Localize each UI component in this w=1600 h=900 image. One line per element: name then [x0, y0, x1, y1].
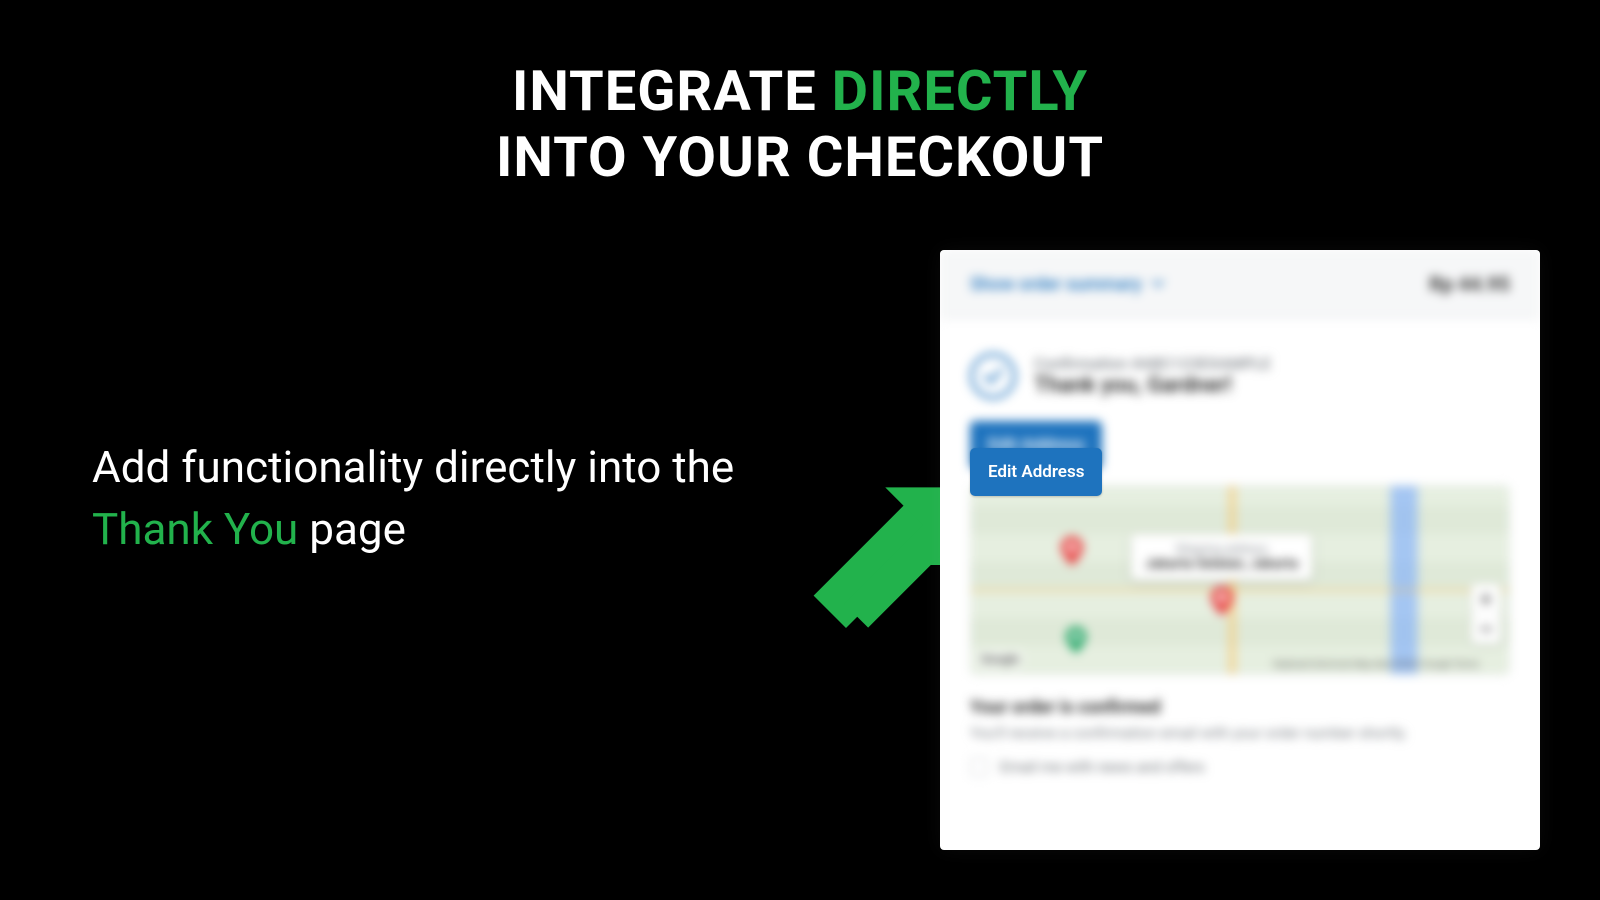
- order-summary-label: Show order summary: [970, 274, 1142, 295]
- confirmation-text: Confirmation #ABC123EXAMPLE Thank you, G…: [1034, 354, 1271, 398]
- subheadline-text-2: page: [298, 503, 406, 555]
- show-order-summary-toggle[interactable]: Show order summary: [970, 274, 1164, 295]
- slide: INTEGRATE DIRECTLY INTO YOUR CHECKOUT Ad…: [0, 0, 1600, 900]
- map-pin-icon: [1066, 626, 1088, 656]
- map-pin-icon: [1211, 586, 1233, 616]
- email-opt-in-label: Email me with news and offers: [1000, 758, 1205, 776]
- bubble-title: Shipping address: [1145, 542, 1298, 556]
- google-logo: Google: [977, 650, 1023, 668]
- subheadline: Add functionality directly into the Than…: [92, 436, 792, 561]
- bubble-value: Jakarta Selatan, Jakarta: [1145, 556, 1298, 572]
- headline: INTEGRATE DIRECTLY INTO YOUR CHECKOUT: [0, 58, 1600, 190]
- order-confirmed-subtext: You'll receive a confirmation email with…: [940, 724, 1540, 758]
- zoom-in-button[interactable]: +: [1471, 584, 1501, 614]
- map-pin-icon: [1061, 536, 1083, 566]
- chevron-down-icon: [1152, 278, 1164, 290]
- map-address-bubble: Shipping address Jakarta Selatan, Jakart…: [1131, 534, 1312, 580]
- zoom-out-button[interactable]: −: [1471, 614, 1501, 644]
- shipping-map[interactable]: Shipping address Jakarta Selatan, Jakart…: [970, 485, 1510, 675]
- order-total: Rp 44.95: [1429, 272, 1510, 296]
- order-summary-bar[interactable]: Show order summary Rp 44.95: [940, 250, 1540, 319]
- email-opt-in-row[interactable]: Email me with news and offers: [940, 758, 1540, 800]
- edit-address-button[interactable]: Edit Address: [970, 448, 1102, 496]
- map-attribution: Keyboard shortcuts Map data ©2022 Google…: [1273, 660, 1479, 670]
- confirmation-header: Confirmation #ABC123EXAMPLE Thank you, G…: [940, 319, 1540, 411]
- confirmation-number: Confirmation #ABC123EXAMPLE: [1034, 354, 1271, 373]
- headline-text-1: INTEGRATE: [512, 58, 832, 124]
- headline-text-2: INTO YOUR CHECKOUT: [496, 124, 1104, 190]
- headline-accent: DIRECTLY: [832, 58, 1088, 124]
- order-confirmed-title: Your order is confirmed: [940, 675, 1540, 724]
- thank-you-message: Thank you, Gardner!: [1034, 373, 1271, 398]
- blurred-background: Show order summary Rp 44.95 Confirmation…: [940, 250, 1540, 800]
- map-zoom-control[interactable]: + −: [1471, 584, 1501, 644]
- check-circle-icon: [970, 353, 1016, 399]
- subheadline-text-1: Add functionality directly into the: [92, 441, 734, 493]
- checkout-thankyou-mock: Show order summary Rp 44.95 Confirmation…: [940, 250, 1540, 850]
- email-opt-in-checkbox[interactable]: [970, 758, 988, 776]
- subheadline-accent: Thank You: [92, 503, 298, 555]
